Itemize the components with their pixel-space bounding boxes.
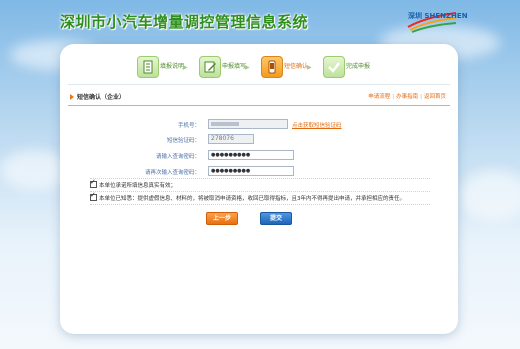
main-panel: 填报说明 ▶ 申报填写 ▶ 短信确认 ▶ 完成申报 短信确认（企业） 申请流程 … [60,44,458,334]
checkbox-truthful[interactable] [90,178,97,188]
link-service-guide[interactable]: 办事指南 [396,94,418,100]
link-application-process[interactable]: 申请流程 [368,94,390,100]
masked-phone-blur [211,122,239,126]
sms-code-row: 短信验证码： 278076 [60,134,458,144]
query-password-confirm-row: 请再次输入查询密码： ●●●●●●●●● [60,166,458,176]
link-home[interactable]: 返回首页 [424,94,446,100]
step-label: 申报填写 [222,63,247,70]
step-label: 短信确认 [284,63,309,70]
shenzhen-logo: 深圳 SHENZHEN [406,9,468,33]
dotted-divider [90,204,430,205]
divider [68,84,450,85]
step-arrow-icon: ▶ [183,64,188,71]
step-arrow-icon: ▶ [245,64,250,71]
step-label: 填报说明 [160,63,185,70]
link-separator: | [392,94,395,100]
query-password-confirm-label: 请再次输入查询密码： [144,170,200,176]
dotted-divider [90,191,430,192]
logo-text: 深圳 SHENZHEN [408,12,468,20]
step-label: 完成申报 [346,63,371,70]
query-password-label: 请输入查询密码： [155,154,200,160]
section-title: 短信确认（企业） [77,94,126,101]
checkbox-liability[interactable] [90,191,97,201]
phone-label: 手机号： [177,123,200,129]
declaration-text: 本单位承诺所填信息真实有效； [99,183,177,189]
edit-icon [199,56,221,78]
query-password-confirm-field[interactable]: ●●●●●●●●● [208,166,294,176]
submit-button[interactable]: 提交 [260,212,292,225]
header-links: 申请流程 | 办事指南 | 返回首页 [368,92,446,100]
section-underline [68,105,450,106]
step-arrow-icon: ▶ [307,64,312,71]
declaration-text: 本单位已知悉：提供虚假信息、材料的，将被取消申请资格，收回已取得指标，且3年内不… [99,196,406,202]
section-header: 短信确认（企业） 申请流程 | 办事指南 | 返回首页 [68,90,450,104]
link-separator: | [420,94,422,100]
section-marker-icon [70,94,74,100]
sms-code-field[interactable]: 278076 [208,134,254,144]
declaration-liability[interactable]: 本单位已知悉：提供虚假信息、材料的，将被取消申请资格，收回已取得指标，且3年内不… [90,191,406,202]
document-icon [137,56,159,78]
sms-code-label: 短信验证码： [166,138,200,144]
phone-icon [261,56,283,78]
site-title: 深圳市小汽车增量调控管理信息系统 [60,13,309,31]
prev-step-button[interactable]: 上一步 [206,212,238,225]
query-password-row: 请输入查询密码： ●●●●●●●●● [60,150,458,160]
check-icon [323,56,345,78]
declaration-truthful[interactable]: 本单位承诺所填信息真实有效； [90,178,177,189]
dotted-divider [90,178,430,179]
phone-field[interactable] [208,119,288,129]
cloud-decoration [460,170,520,220]
phone-row: 手机号： 点击获取短信验证码 [60,119,458,129]
query-password-field[interactable]: ●●●●●●●●● [208,150,294,160]
get-sms-code-link[interactable]: 点击获取短信验证码 [292,121,342,129]
